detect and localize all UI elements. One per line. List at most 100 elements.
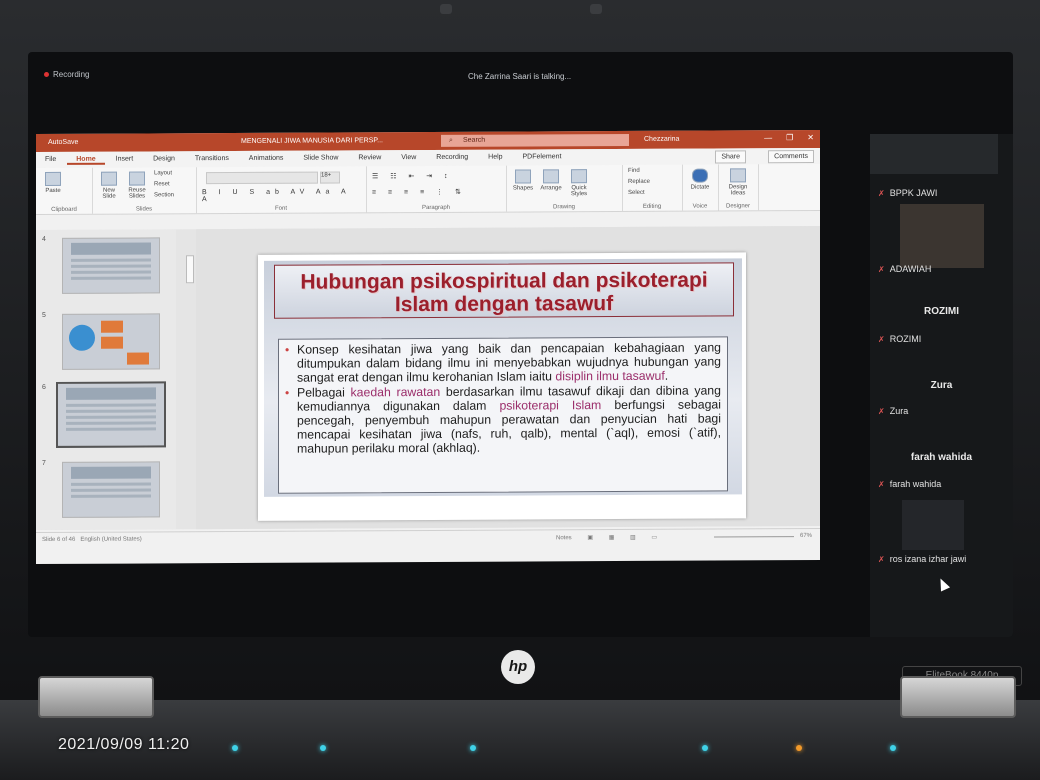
bullet-point: Konsep kesihatan jiwa yang baik dan penc…	[297, 340, 721, 384]
reuse-slides-button[interactable]: Reuse Slides	[124, 171, 150, 200]
slide-title-box[interactable]: Hubungan psikospiritual dan psikoterapi …	[274, 262, 734, 319]
webcam-light-icon	[590, 4, 602, 14]
status-led-icon	[320, 745, 326, 751]
slide-counter: Slide 6 of 46 English (United States)	[42, 536, 142, 544]
reset-button[interactable]: Reset	[154, 181, 170, 187]
thumbnail-row[interactable]: 5	[36, 309, 176, 380]
bullet-point: Pelbagai kaedah rawatan berdasarkan ilmu…	[297, 383, 721, 455]
microphone-icon	[692, 168, 708, 183]
reuse-slides-icon	[129, 171, 145, 186]
quick-styles-button[interactable]: Quick Styles	[566, 169, 592, 197]
tab-pdfelement[interactable]: PDFelement	[514, 149, 571, 160]
new-slide-button[interactable]: New Slide	[96, 171, 122, 200]
thumbnail-scrollbar[interactable]	[186, 255, 194, 284]
status-led-icon	[890, 745, 896, 751]
participant-video[interactable]	[902, 500, 964, 550]
layout-button[interactable]: Layout	[154, 170, 172, 176]
tab-help[interactable]: Help	[479, 150, 511, 161]
muted-mic-icon: ✗	[878, 189, 885, 198]
thumbnail-row[interactable]: 4	[36, 233, 176, 304]
view-buttons[interactable]: Notes ▣ ▦ ▥ ▭	[556, 534, 657, 542]
hp-logo: hp	[501, 650, 535, 684]
slide-thumbnail-pane: 4 5 6 7	[36, 229, 176, 531]
hinge-left	[38, 676, 154, 718]
group-slides: New Slide Reuse Slides Layout Reset Sect…	[92, 167, 197, 214]
arrange-icon	[543, 169, 559, 184]
participant-name: ✗ ADAWIAH	[878, 264, 932, 274]
search-input[interactable]: ⌕ Search	[441, 133, 629, 147]
participant-video[interactable]	[870, 134, 998, 174]
ribbon: Paste Clipboard New Slide Reuse Slides L…	[36, 163, 820, 216]
shapes-button[interactable]: Shapes	[510, 169, 536, 192]
participants-panel: ✗ BPPK JAWI ✗ ADAWIAH ROZIMI ✗ ROZIMI Zura …	[870, 134, 1013, 637]
zoom-top-bar: Recording Che Zarrina Saari is talking..…	[28, 52, 1013, 92]
tab-transitions[interactable]: Transitions	[186, 151, 238, 162]
participant-name: ✗ ros izana izhar jawi	[878, 554, 967, 564]
muted-mic-icon: ✗	[878, 265, 885, 274]
slide-thumbnail[interactable]	[62, 461, 160, 518]
dictate-button[interactable]: Dictate	[686, 168, 714, 191]
tab-file[interactable]: File	[36, 152, 65, 163]
laptop-screen: Recording Che Zarrina Saari is talking..…	[28, 52, 1013, 637]
arrange-button[interactable]: Arrange	[538, 169, 564, 191]
search-icon: ⌕	[449, 136, 453, 144]
comments-button[interactable]: Comments	[768, 149, 814, 164]
current-slide[interactable]: Hubungan psikospiritual dan psikoterapi …	[258, 252, 746, 521]
document-title: MENGENALI JIWA MANUSIA DARI PERSP...	[241, 137, 383, 145]
group-clipboard: Paste Clipboard	[36, 167, 93, 215]
group-voice: Dictate Voice	[682, 164, 719, 211]
autosave-toggle[interactable]: AutoSave	[48, 139, 78, 146]
group-editing: Find Replace Select Editing	[622, 164, 683, 211]
tab-home[interactable]: Home	[67, 151, 105, 165]
list-buttons[interactable]: ☰ ☷ ⇤ ⇥ ↕	[372, 172, 453, 180]
design-ideas-button[interactable]: Design Ideas	[722, 168, 754, 196]
thumbnail-row[interactable]: 6	[36, 381, 176, 452]
ppt-workspace: 4 5 6 7 Hubungan psikospiritual dan psik…	[36, 225, 820, 531]
muted-mic-icon: ✗	[878, 335, 885, 344]
zoom-slider[interactable]	[714, 536, 794, 538]
tab-animations[interactable]: Animations	[240, 151, 293, 162]
powerpoint-window: AutoSave MENGENALI JIWA MANUSIA DARI PER…	[36, 129, 820, 565]
select-button[interactable]: Select	[628, 190, 645, 196]
replace-button[interactable]: Replace	[628, 179, 650, 185]
status-led-icon	[470, 745, 476, 751]
status-led-icon	[702, 745, 708, 751]
font-name-select[interactable]	[206, 171, 318, 185]
new-slide-icon	[101, 171, 117, 186]
quick-styles-icon	[571, 169, 587, 184]
muted-mic-icon: ✗	[878, 480, 885, 489]
tab-design[interactable]: Design	[144, 151, 184, 162]
slide-background: Hubungan psikospiritual dan psikoterapi …	[264, 258, 742, 497]
section-button[interactable]: Section	[154, 192, 174, 198]
tab-insert[interactable]: Insert	[107, 151, 143, 163]
close-icon[interactable]: ✕	[807, 133, 814, 142]
zoom-level[interactable]: 67%	[800, 533, 812, 539]
tab-view[interactable]: View	[392, 150, 425, 161]
participant-name: ✗ ROZIMI	[878, 334, 922, 344]
group-designer: Design Ideas Designer	[718, 164, 759, 211]
participant-video[interactable]	[900, 204, 984, 268]
share-button[interactable]: Share	[715, 150, 746, 164]
restore-icon[interactable]: ❐	[786, 133, 793, 142]
slide-content-box[interactable]: Konsep kesihatan jiwa yang baik dan penc…	[278, 336, 728, 494]
group-drawing: Shapes Arrange Quick Styles Drawing	[506, 164, 623, 212]
tab-recording[interactable]: Recording	[427, 150, 477, 161]
tab-review[interactable]: Review	[349, 150, 390, 161]
recording-indicator[interactable]: Recording	[44, 70, 89, 79]
minimize-icon[interactable]: —	[764, 133, 772, 142]
font-size-select[interactable]: 18+	[320, 171, 340, 184]
active-speaker-status: Che Zarrina Saari is talking...	[468, 72, 572, 81]
power-led-icon	[796, 745, 802, 751]
slide-thumbnail-selected[interactable]	[56, 381, 166, 448]
slide-thumbnail[interactable]	[62, 313, 160, 370]
thumbnail-row[interactable]: 7	[36, 457, 176, 528]
paste-button[interactable]: Paste	[42, 171, 64, 194]
status-bar: Slide 6 of 46 English (United States) No…	[36, 527, 820, 550]
user-account[interactable]: Chezzarina	[644, 136, 679, 143]
tab-slide-show[interactable]: Slide Show	[294, 150, 347, 161]
font-format-buttons[interactable]: B I U S ab AV Aa A A	[202, 188, 366, 203]
slide-thumbnail[interactable]	[62, 237, 160, 294]
find-button[interactable]: Find	[628, 168, 640, 174]
muted-mic-icon: ✗	[878, 407, 885, 416]
align-buttons[interactable]: ≡ ≡ ≡ ≡ ⋮ ⇅	[372, 188, 466, 196]
